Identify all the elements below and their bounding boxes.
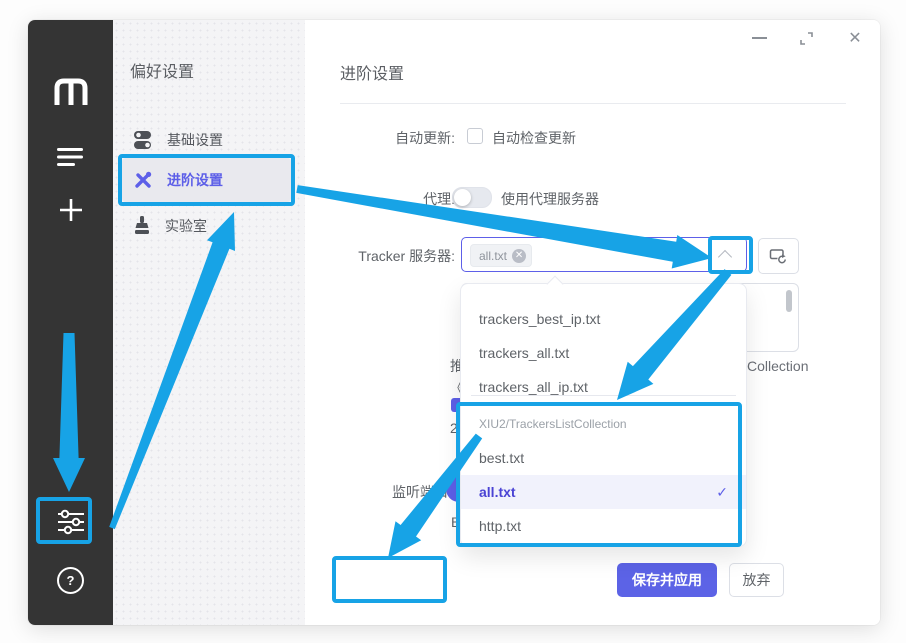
add-task-button[interactable]: [28, 192, 113, 228]
tag-close-icon[interactable]: ✕: [512, 249, 526, 263]
preferences-title: 偏好设置: [130, 58, 194, 82]
motrix-logo-icon: [51, 77, 91, 107]
title-divider: [340, 103, 846, 104]
occluded-text-fragment: 2: [450, 420, 458, 436]
dropdown-option[interactable]: trackers_all.txt: [461, 336, 746, 370]
selected-option-label: all.txt: [479, 484, 516, 500]
toggle-knob: [454, 189, 471, 206]
sidebar: ?: [28, 20, 113, 625]
sync-trackers-button[interactable]: [758, 238, 799, 274]
tracker-tag-label: all.txt: [479, 249, 507, 263]
page: ? 偏好设置 基础设置: [0, 0, 906, 643]
check-icon: ✓: [716, 475, 728, 509]
save-and-apply-button[interactable]: 保存并应用: [617, 563, 717, 597]
tracker-dropdown: trackers_best_ip.txt trackers_all.txt tr…: [460, 283, 747, 547]
chevron-up-icon[interactable]: [718, 250, 732, 264]
dropdown-option[interactable]: trackers_all_ip.txt: [461, 370, 746, 404]
sidebar-item-advanced-settings[interactable]: 进阶设置: [122, 158, 291, 202]
sidebar-item-basic-settings[interactable]: 基础设置: [122, 118, 291, 162]
dropdown-divider: [471, 395, 736, 396]
sidebar-item-label: 实验室: [165, 216, 207, 236]
sync-icon: [769, 248, 788, 265]
maximize-button[interactable]: [797, 29, 815, 47]
plus-icon: [58, 197, 84, 223]
proxy-toggle-label: 使用代理服务器: [501, 189, 599, 209]
help-button[interactable]: ?: [28, 562, 113, 598]
app-logo: [28, 72, 113, 112]
auto-update-label: 自动更新:: [305, 128, 455, 148]
dropdown-option[interactable]: best.txt: [461, 441, 746, 475]
close-icon: ✕: [848, 28, 861, 48]
dropdown-group-label: XIU2/TrackersListCollection: [479, 417, 627, 431]
occluded-text-fragment: B: [451, 514, 460, 530]
question-icon: ?: [57, 567, 84, 594]
task-list-icon: [57, 147, 84, 167]
auto-update-checkbox-label: 自动检查更新: [492, 128, 576, 148]
proxy-toggle[interactable]: [452, 187, 492, 208]
page-title: 进阶设置: [340, 60, 404, 84]
task-list-nav[interactable]: [28, 140, 113, 174]
tracker-select-input[interactable]: all.txt ✕: [461, 237, 747, 272]
collection-link-fragment: Collection: [747, 358, 808, 374]
sidebar-item-label: 进阶设置: [167, 170, 223, 190]
dropdown-option[interactable]: trackers_best_ip.txt: [461, 302, 746, 336]
sidebar-item-lab[interactable]: 实验室: [122, 204, 291, 248]
dropdown-option[interactable]: http.txt: [461, 509, 746, 543]
maximize-icon: [799, 31, 814, 46]
tracker-server-label: Tracker 服务器:: [305, 246, 455, 266]
discard-button[interactable]: 放弃: [729, 563, 784, 597]
tools-icon: [133, 170, 153, 190]
toggles-icon: [133, 129, 153, 151]
minimize-button[interactable]: [750, 29, 768, 47]
settings-nav[interactable]: [28, 504, 113, 540]
textarea-scrollbar-thumb[interactable]: [786, 290, 792, 312]
dropdown-option-selected[interactable]: all.txt ✓: [461, 475, 746, 509]
sidebar-item-label: 基础设置: [167, 130, 223, 150]
proxy-label: 代理:: [305, 189, 455, 209]
auto-update-checkbox[interactable]: [467, 128, 483, 144]
minimize-icon: [752, 37, 767, 39]
preferences-panel: 偏好设置 基础设置: [113, 20, 305, 625]
close-button[interactable]: ✕: [846, 29, 864, 47]
tracker-tag: all.txt ✕: [470, 244, 532, 267]
sliders-icon: [56, 509, 86, 535]
listen-port-label: 监听端口: [348, 482, 448, 502]
stamp-icon: [133, 215, 151, 237]
app-window: ? 偏好设置 基础设置: [28, 20, 880, 625]
